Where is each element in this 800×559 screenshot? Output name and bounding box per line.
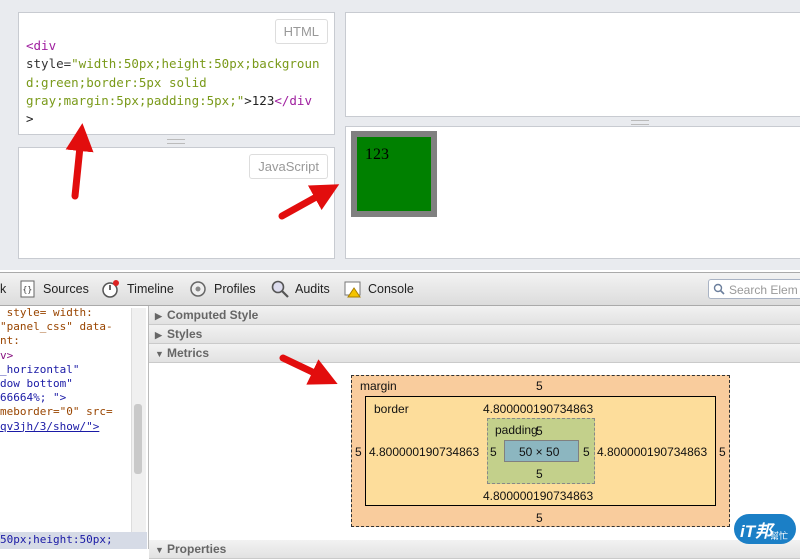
logo-text: iT邦 <box>740 522 773 541</box>
annotation-arrows <box>65 123 340 385</box>
ithome-logo: iT邦 幫忙 <box>734 514 796 544</box>
arrow-icon <box>65 123 94 200</box>
logo-subtext: 幫忙 <box>770 531 789 541</box>
arrow-icon <box>278 184 340 220</box>
arrow-icon <box>279 354 338 385</box>
